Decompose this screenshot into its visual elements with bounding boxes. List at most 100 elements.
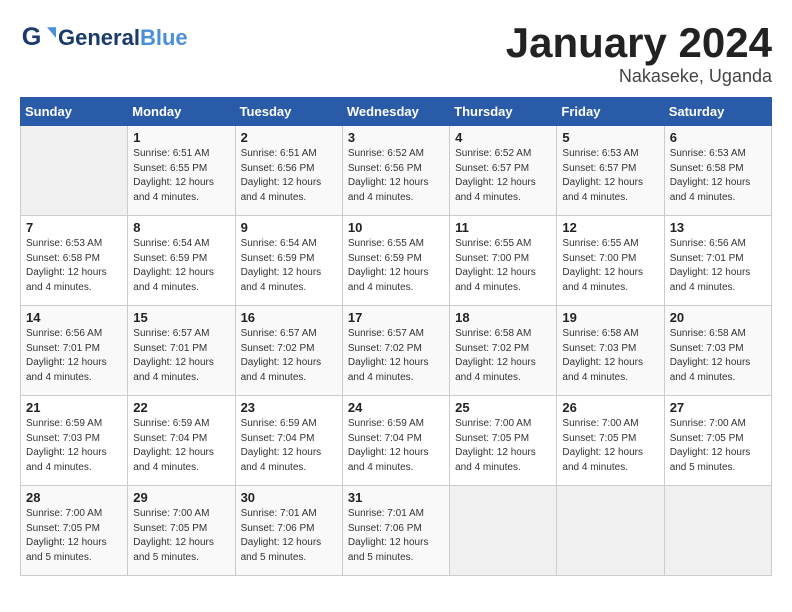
day-info: Sunrise: 6:54 AM Sunset: 6:59 PM Dayligh… bbox=[241, 237, 337, 295]
day-number: 10 bbox=[348, 220, 444, 235]
week-row-2: 7Sunrise: 6:53 AM Sunset: 6:58 PM Daylig… bbox=[21, 216, 772, 306]
weekday-header-friday: Friday bbox=[557, 98, 664, 126]
day-number: 24 bbox=[348, 400, 444, 415]
day-info: Sunrise: 6:51 AM Sunset: 6:55 PM Dayligh… bbox=[133, 147, 229, 205]
calendar-cell: 26 Sunrise: 7:00 AM Sunset: 7:05 PM Dayli… bbox=[557, 396, 664, 486]
day-info: Sunrise: 7:01 AM Sunset: 7:06 PM Dayligh… bbox=[348, 507, 444, 565]
page-header: G GeneralBlue January 2024 Nakaseke, Uga… bbox=[20, 20, 772, 87]
calendar-cell: 3 Sunrise: 6:52 AM Sunset: 6:56 PM Daylig… bbox=[342, 126, 449, 216]
logo-blue: Blue bbox=[140, 25, 188, 50]
week-row-4: 21 Sunrise: 6:59 AM Sunset: 7:03 PM Dayli… bbox=[21, 396, 772, 486]
calendar-cell: 7Sunrise: 6:53 AM Sunset: 6:58 PM Daylig… bbox=[21, 216, 128, 306]
day-number: 14 bbox=[26, 310, 122, 325]
day-number: 28 bbox=[26, 490, 122, 505]
day-info: Sunrise: 7:00 AM Sunset: 7:05 PM Dayligh… bbox=[26, 507, 122, 565]
day-number: 8 bbox=[133, 220, 229, 235]
svg-text:G: G bbox=[22, 23, 42, 51]
calendar-cell: 21 Sunrise: 6:59 AM Sunset: 7:03 PM Dayli… bbox=[21, 396, 128, 486]
day-number: 20 bbox=[670, 310, 766, 325]
calendar-cell: 25 Sunrise: 7:00 AM Sunset: 7:05 PM Dayli… bbox=[450, 396, 557, 486]
calendar-cell: 8 Sunrise: 6:54 AM Sunset: 6:59 PM Daylig… bbox=[128, 216, 235, 306]
day-info: Sunrise: 6:55 AM Sunset: 6:59 PM Dayligh… bbox=[348, 237, 444, 295]
weekday-header-tuesday: Tuesday bbox=[235, 98, 342, 126]
day-number: 31 bbox=[348, 490, 444, 505]
calendar-cell: 24 Sunrise: 6:59 AM Sunset: 7:04 PM Dayli… bbox=[342, 396, 449, 486]
day-number: 13 bbox=[670, 220, 766, 235]
calendar-cell bbox=[664, 486, 771, 576]
day-info: Sunrise: 6:58 AM Sunset: 7:03 PM Dayligh… bbox=[562, 327, 658, 385]
day-info: Sunrise: 6:53 AM Sunset: 6:57 PM Dayligh… bbox=[562, 147, 658, 205]
day-number: 12 bbox=[562, 220, 658, 235]
day-info: Sunrise: 6:53 AM Sunset: 6:58 PM Dayligh… bbox=[26, 237, 122, 295]
day-info: Sunrise: 6:59 AM Sunset: 7:04 PM Dayligh… bbox=[133, 417, 229, 475]
title-area: January 2024 Nakaseke, Uganda bbox=[506, 20, 772, 87]
weekday-header-thursday: Thursday bbox=[450, 98, 557, 126]
calendar-cell: 14 Sunrise: 6:56 AM Sunset: 7:01 PM Dayli… bbox=[21, 306, 128, 396]
day-info: Sunrise: 7:00 AM Sunset: 7:05 PM Dayligh… bbox=[562, 417, 658, 475]
calendar-cell: 18 Sunrise: 6:58 AM Sunset: 7:02 PM Dayli… bbox=[450, 306, 557, 396]
day-info: Sunrise: 6:51 AM Sunset: 6:56 PM Dayligh… bbox=[241, 147, 337, 205]
day-info: Sunrise: 6:53 AM Sunset: 6:58 PM Dayligh… bbox=[670, 147, 766, 205]
day-number: 21 bbox=[26, 400, 122, 415]
weekday-header-wednesday: Wednesday bbox=[342, 98, 449, 126]
weekday-header-monday: Monday bbox=[128, 98, 235, 126]
calendar-cell bbox=[450, 486, 557, 576]
day-number: 30 bbox=[241, 490, 337, 505]
weekday-header-sunday: Sunday bbox=[21, 98, 128, 126]
calendar-table: SundayMondayTuesdayWednesdayThursdayFrid… bbox=[20, 97, 772, 576]
calendar-cell: 6 Sunrise: 6:53 AM Sunset: 6:58 PM Daylig… bbox=[664, 126, 771, 216]
calendar-cell bbox=[21, 126, 128, 216]
calendar-cell: 28 Sunrise: 7:00 AM Sunset: 7:05 PM Dayli… bbox=[21, 486, 128, 576]
month-title: January 2024 bbox=[506, 20, 772, 66]
day-number: 22 bbox=[133, 400, 229, 415]
day-info: Sunrise: 6:52 AM Sunset: 6:56 PM Dayligh… bbox=[348, 147, 444, 205]
location: Nakaseke, Uganda bbox=[506, 66, 772, 87]
day-number: 11 bbox=[455, 220, 551, 235]
day-number: 18 bbox=[455, 310, 551, 325]
calendar-cell: 17Sunrise: 6:57 AM Sunset: 7:02 PM Dayli… bbox=[342, 306, 449, 396]
calendar-cell: 5 Sunrise: 6:53 AM Sunset: 6:57 PM Daylig… bbox=[557, 126, 664, 216]
calendar-cell: 15Sunrise: 6:57 AM Sunset: 7:01 PM Dayli… bbox=[128, 306, 235, 396]
week-row-5: 28 Sunrise: 7:00 AM Sunset: 7:05 PM Dayli… bbox=[21, 486, 772, 576]
day-number: 19 bbox=[562, 310, 658, 325]
day-number: 5 bbox=[562, 130, 658, 145]
day-info: Sunrise: 6:59 AM Sunset: 7:03 PM Dayligh… bbox=[26, 417, 122, 475]
day-number: 16 bbox=[241, 310, 337, 325]
calendar-cell bbox=[557, 486, 664, 576]
day-number: 3 bbox=[348, 130, 444, 145]
logo-icon: G bbox=[20, 20, 56, 56]
day-number: 6 bbox=[670, 130, 766, 145]
day-info: Sunrise: 6:55 AM Sunset: 7:00 PM Dayligh… bbox=[562, 237, 658, 295]
day-info: Sunrise: 7:00 AM Sunset: 7:05 PM Dayligh… bbox=[455, 417, 551, 475]
day-info: Sunrise: 6:57 AM Sunset: 7:01 PM Dayligh… bbox=[133, 327, 229, 385]
day-info: Sunrise: 6:58 AM Sunset: 7:03 PM Dayligh… bbox=[670, 327, 766, 385]
day-number: 29 bbox=[133, 490, 229, 505]
day-number: 26 bbox=[562, 400, 658, 415]
calendar-cell: 30 Sunrise: 7:01 AM Sunset: 7:06 PM Dayli… bbox=[235, 486, 342, 576]
day-info: Sunrise: 7:01 AM Sunset: 7:06 PM Dayligh… bbox=[241, 507, 337, 565]
calendar-cell: 10 Sunrise: 6:55 AM Sunset: 6:59 PM Dayli… bbox=[342, 216, 449, 306]
calendar-cell: 16 Sunrise: 6:57 AM Sunset: 7:02 PM Dayli… bbox=[235, 306, 342, 396]
day-number: 2 bbox=[241, 130, 337, 145]
week-row-1: 1Sunrise: 6:51 AM Sunset: 6:55 PM Daylig… bbox=[21, 126, 772, 216]
calendar-cell: 13 Sunrise: 6:56 AM Sunset: 7:01 PM Dayli… bbox=[664, 216, 771, 306]
day-number: 23 bbox=[241, 400, 337, 415]
day-info: Sunrise: 6:55 AM Sunset: 7:00 PM Dayligh… bbox=[455, 237, 551, 295]
day-info: Sunrise: 6:52 AM Sunset: 6:57 PM Dayligh… bbox=[455, 147, 551, 205]
day-info: Sunrise: 6:57 AM Sunset: 7:02 PM Dayligh… bbox=[348, 327, 444, 385]
calendar-cell: 27Sunrise: 7:00 AM Sunset: 7:05 PM Dayli… bbox=[664, 396, 771, 486]
calendar-cell: 23Sunrise: 6:59 AM Sunset: 7:04 PM Dayli… bbox=[235, 396, 342, 486]
day-info: Sunrise: 6:57 AM Sunset: 7:02 PM Dayligh… bbox=[241, 327, 337, 385]
calendar-cell: 31 Sunrise: 7:01 AM Sunset: 7:06 PM Dayli… bbox=[342, 486, 449, 576]
day-info: Sunrise: 6:56 AM Sunset: 7:01 PM Dayligh… bbox=[670, 237, 766, 295]
day-info: Sunrise: 6:59 AM Sunset: 7:04 PM Dayligh… bbox=[348, 417, 444, 475]
day-number: 27 bbox=[670, 400, 766, 415]
day-info: Sunrise: 6:54 AM Sunset: 6:59 PM Dayligh… bbox=[133, 237, 229, 295]
day-info: Sunrise: 7:00 AM Sunset: 7:05 PM Dayligh… bbox=[133, 507, 229, 565]
calendar-cell: 29 Sunrise: 7:00 AM Sunset: 7:05 PM Dayli… bbox=[128, 486, 235, 576]
calendar-cell: 4Sunrise: 6:52 AM Sunset: 6:57 PM Daylig… bbox=[450, 126, 557, 216]
day-info: Sunrise: 6:56 AM Sunset: 7:01 PM Dayligh… bbox=[26, 327, 122, 385]
day-info: Sunrise: 6:58 AM Sunset: 7:02 PM Dayligh… bbox=[455, 327, 551, 385]
calendar-cell: 11 Sunrise: 6:55 AM Sunset: 7:00 PM Dayli… bbox=[450, 216, 557, 306]
day-number: 25 bbox=[455, 400, 551, 415]
